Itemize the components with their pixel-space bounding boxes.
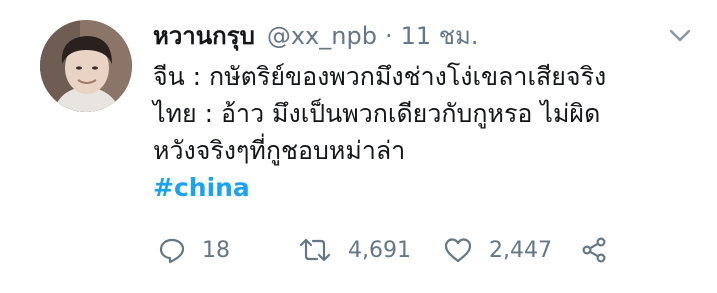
user-handle[interactable]: @xx_npb (267, 22, 377, 50)
tweet[interactable]: หวานกรุบ @xx_npb · 11 ชม. จีน : กษัตริย์… (0, 0, 717, 293)
retweet-button[interactable]: 4,691 (298, 236, 411, 264)
like-count: 2,447 (488, 237, 552, 263)
share-icon (580, 236, 608, 264)
hashtag-link[interactable]: #china (153, 169, 698, 206)
retweet-count: 4,691 (348, 237, 411, 263)
tweet-header: หวานกรุบ @xx_npb · 11 ชม. (153, 16, 478, 55)
more-caret-icon[interactable] (668, 28, 692, 44)
display-name[interactable]: หวานกรุบ (153, 16, 255, 55)
avatar[interactable] (40, 20, 132, 112)
reply-icon (158, 236, 186, 264)
tweet-line: ไทย : อ้าว มึงเป็นพวกเดียวกับกูหรอ ไม่ผิ… (153, 99, 601, 128)
like-button[interactable]: 2,447 (443, 236, 552, 264)
like-icon (443, 236, 473, 264)
tweet-line: หวังจริงๆที่กูชอบหม่าล่า (153, 136, 406, 165)
separator-dot: · (384, 22, 393, 50)
share-button[interactable] (580, 236, 608, 264)
timestamp[interactable]: 11 ชม. (401, 16, 479, 55)
tweet-actions: 18 4,691 2,447 (158, 232, 628, 268)
tweet-text: จีน : กษัตริย์ของพวกมึงช่างโง่เขลาเสียจร… (153, 58, 698, 206)
tweet-line: จีน : กษัตริย์ของพวกมึงช่างโง่เขลาเสียจร… (153, 62, 607, 91)
retweet-icon (298, 236, 332, 264)
reply-count: 18 (202, 237, 230, 263)
reply-button[interactable]: 18 (158, 236, 236, 264)
